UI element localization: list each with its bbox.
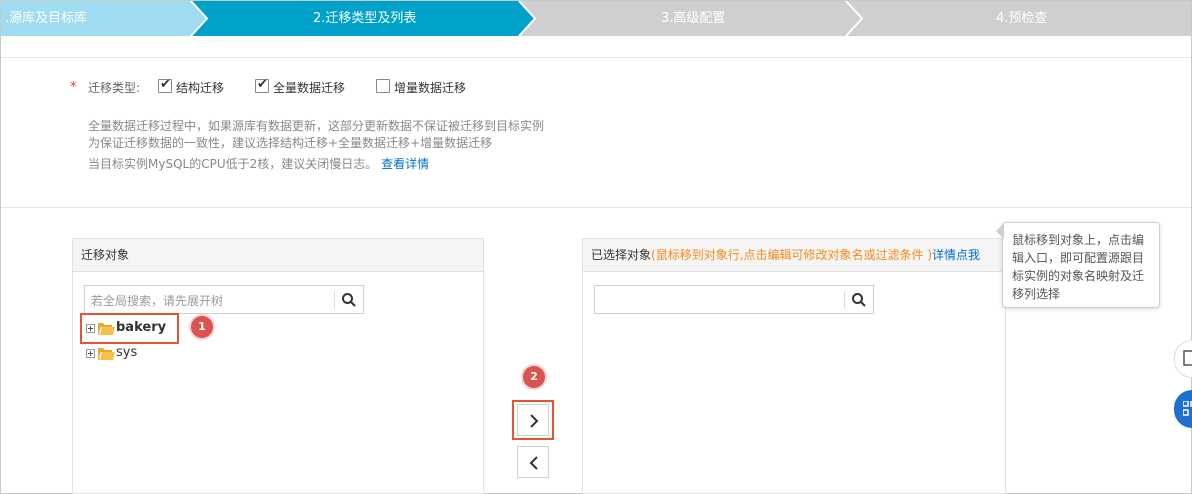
section-divider-2 [1,207,1191,208]
checkbox-full-migration-label[interactable]: 全量数据迁移 [273,79,345,96]
source-objects-header: 迁移对象 [73,239,483,272]
grid-icon [1183,401,1192,416]
selected-search-input[interactable] [594,285,874,314]
wizard-steps: .源库及目标库 2.迁移类型及列表 3.高级配置 4.预检查 [1,1,1191,36]
note-line-1: 全量数据迁移过程中，如果源库有数据更新，这部分更新数据不保证被迁移到目标实例 [88,119,545,133]
tooltip-text: 鼠标移到对象上，点击编辑入口，即可配置源跟目标实例的对象名映射及迁移列选择 [1012,233,1145,301]
details-link[interactable]: 详情点我 [932,248,980,262]
step-badge-1: 1 [191,316,213,338]
selected-objects-panel: 已选择对象(鼠标移到对象行,点击编辑可修改对象名或过滤条件 )详情点我 [582,238,1006,494]
chevron-left-icon [529,456,538,470]
move-left-button[interactable] [517,446,549,478]
section-divider [1,57,1191,58]
chat-icon [1183,350,1192,366]
checkbox-schema-migration-label[interactable]: 结构迁移 [176,79,224,96]
tree-node-label[interactable]: sys [116,345,137,360]
note-line-2: 为保证迁移数据的一致性，建议选择结构迁移+全量数据迁移+增量数据迁移 [88,136,493,150]
step-migration-type[interactable]: 2.迁移类型及列表 [313,1,416,36]
expand-icon[interactable] [86,349,95,358]
check-icon: ✔ [257,77,268,92]
check-icon: ✔ [160,77,171,92]
step-advanced-config[interactable]: 3.高级配置 [661,1,725,36]
checkbox-schema-migration[interactable]: ✔ [158,77,172,93]
selected-objects-hint: (鼠标移到对象行,点击编辑可修改对象名或过滤条件 ) [651,248,933,262]
note-line-3: 当目标实例MySQL的CPU低于2核，建议关闭慢日志。 查看详情 [88,155,429,172]
required-mark: * [70,80,77,95]
tooltip-caret [996,223,1004,239]
source-search-input[interactable]: 若全局搜索，请先展开树 [84,285,364,314]
search-separator [334,291,335,309]
search-icon[interactable] [341,292,357,308]
note-line-3-text: 当目标实例MySQL的CPU低于2核，建议关闭慢日志。 [88,157,378,171]
step-source-target[interactable]: .源库及目标库 [5,1,87,36]
view-details-link[interactable]: 查看详情 [381,157,429,171]
highlight-box-move-right [512,400,554,440]
source-objects-panel: 迁移对象 [72,238,484,494]
search-icon[interactable] [851,292,867,308]
source-objects-title: 迁移对象 [81,248,130,262]
folder-icon [98,348,115,360]
highlight-box-bakery [80,313,179,344]
migration-type-label: 迁移类型: [88,81,141,95]
search-separator [844,291,845,309]
step-badge-2: 2 [523,366,545,388]
selected-objects-header: 已选择对象(鼠标移到对象行,点击编辑可修改对象名或过滤条件 )详情点我 [583,239,1005,272]
checkbox-full-migration[interactable]: ✔ [255,77,269,93]
source-search-placeholder: 若全局搜索，请先展开树 [91,294,224,308]
checkbox-incremental-migration-label[interactable]: 增量数据迁移 [394,79,466,96]
step-precheck[interactable]: 4.预检查 [996,1,1047,36]
tree-node-sys[interactable]: sys [86,345,156,363]
checkbox-incremental-migration[interactable] [376,79,390,93]
help-tooltip: 鼠标移到对象上，点击编辑入口，即可配置源跟目标实例的对象名映射及迁移列选择 [996,222,1160,308]
selected-objects-title: 已选择对象 [591,248,652,262]
